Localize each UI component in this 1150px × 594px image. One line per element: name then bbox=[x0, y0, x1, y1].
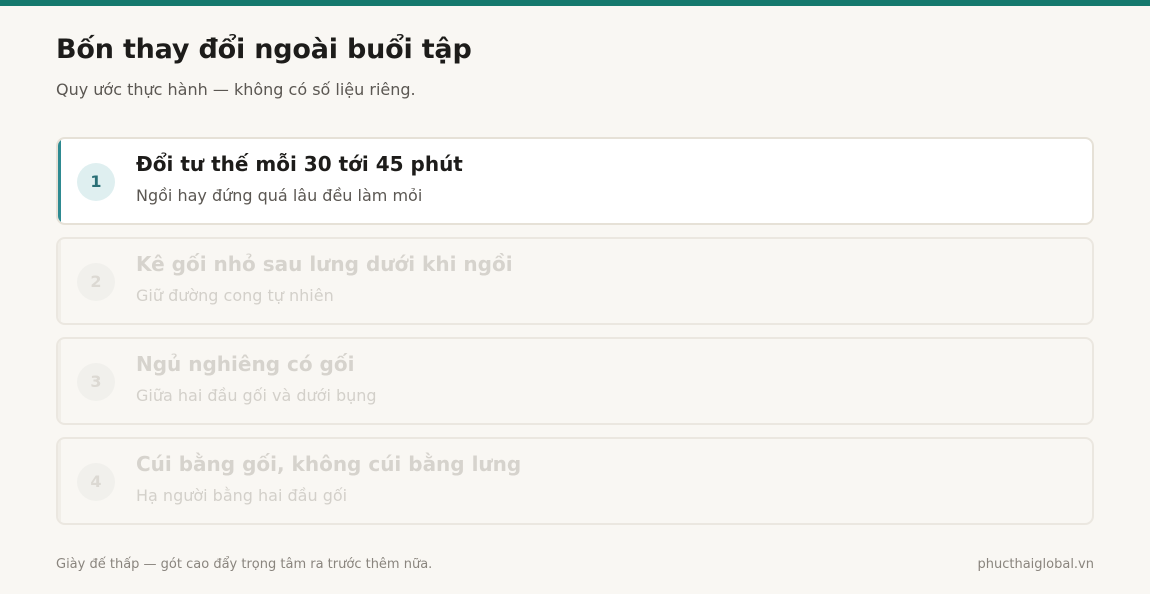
step-indicator-bar bbox=[58, 439, 61, 523]
step-indicator-bar bbox=[58, 139, 61, 223]
step-title: Cúi bằng gối, không cúi bằng lưng bbox=[136, 452, 522, 476]
step-card-4[interactable]: 4 Cúi bằng gối, không cúi bằng lưng Hạ n… bbox=[56, 437, 1094, 525]
step-card-3[interactable]: 3 Ngủ nghiêng có gối Giữa hai đầu gối và… bbox=[56, 337, 1094, 425]
step-title: Kê gối nhỏ sau lưng dưới khi ngồi bbox=[136, 252, 513, 276]
step-title: Đổi tư thế mỗi 30 tới 45 phút bbox=[136, 152, 463, 176]
step-number-badge: 2 bbox=[77, 263, 115, 301]
footer-note: Giày đế thấp — gót cao đẩy trọng tâm ra … bbox=[56, 557, 433, 572]
step-description: Giữ đường cong tự nhiên bbox=[136, 286, 334, 305]
footer-site-link[interactable]: phucthaiglobal.vn bbox=[977, 557, 1094, 572]
step-description: Hạ người bằng hai đầu gối bbox=[136, 486, 348, 505]
step-indicator-bar bbox=[58, 339, 61, 423]
step-card-2[interactable]: 2 Kê gối nhỏ sau lưng dưới khi ngồi Giữ … bbox=[56, 237, 1094, 325]
step-description: Ngồi hay đứng quá lâu đều làm mỏi bbox=[136, 186, 423, 205]
step-indicator-bar bbox=[58, 239, 61, 323]
step-card-1[interactable]: 1 Đổi tư thế mỗi 30 tới 45 phút Ngồi hay… bbox=[56, 137, 1094, 225]
step-description: Giữa hai đầu gối và dưới bụng bbox=[136, 386, 377, 405]
step-number-badge: 3 bbox=[77, 363, 115, 401]
page-title: Bốn thay đổi ngoài buổi tập bbox=[56, 34, 472, 65]
step-number-badge: 4 bbox=[77, 463, 115, 501]
step-title: Ngủ nghiêng có gối bbox=[136, 352, 355, 376]
page-subtitle: Quy ước thực hành — không có số liệu riê… bbox=[56, 80, 416, 99]
top-accent-bar bbox=[0, 0, 1150, 6]
step-number-badge: 1 bbox=[77, 163, 115, 201]
